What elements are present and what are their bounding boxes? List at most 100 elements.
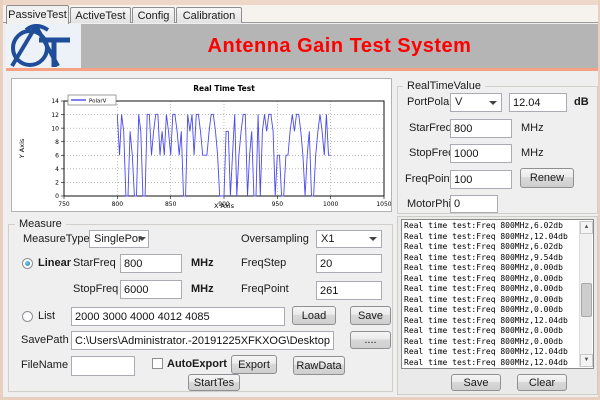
svg-text:Y Axis: Y Axis bbox=[18, 138, 26, 159]
app-window: PassiveTest ActiveTest Config Calibratio… bbox=[0, 0, 600, 400]
load-button[interactable]: Load bbox=[292, 306, 336, 325]
freqstep-label: FreqStep bbox=[241, 257, 286, 269]
svg-text:12: 12 bbox=[51, 112, 59, 119]
autoexport-label: AutoExport bbox=[167, 358, 227, 370]
rt-freqpoint-label: FreqPoint bbox=[405, 173, 453, 185]
scroll-up-icon[interactable]: ▲ bbox=[580, 221, 593, 234]
browse-button[interactable]: .... bbox=[350, 331, 391, 349]
savepath-label: SavePath bbox=[21, 334, 69, 346]
log-line: Real time test:Freq 800MHz,0.00db bbox=[402, 326, 579, 337]
log-save-button[interactable]: Save bbox=[451, 374, 501, 391]
svg-text:1050: 1050 bbox=[376, 201, 391, 208]
rt-stopfreq-field[interactable] bbox=[450, 144, 512, 163]
filename-field[interactable] bbox=[71, 356, 135, 376]
svg-text:10: 10 bbox=[51, 125, 59, 132]
m-starfreq-unit: MHz bbox=[191, 257, 214, 269]
rt-stopfreq-unit: MHz bbox=[521, 147, 544, 159]
portpolar-label: PortPolar bbox=[407, 96, 453, 108]
svg-text:800: 800 bbox=[112, 201, 124, 208]
freqstep-field[interactable] bbox=[316, 254, 382, 273]
measure-group-label: Measure bbox=[15, 218, 66, 230]
list-radio[interactable] bbox=[22, 311, 33, 322]
log-textarea[interactable]: Real time test:Freq 800MHz,6.02dbReal ti… bbox=[401, 219, 594, 369]
svg-text:8: 8 bbox=[55, 139, 59, 146]
savepath-field[interactable] bbox=[71, 331, 334, 350]
m-starfreq-field[interactable] bbox=[120, 254, 182, 273]
renew-button[interactable]: Renew bbox=[520, 168, 574, 188]
m-freqpoint-field[interactable] bbox=[316, 281, 382, 300]
svg-text:6: 6 bbox=[55, 152, 59, 159]
autoexport-checkbox[interactable] bbox=[152, 358, 163, 369]
log-line: Real time test:Freq 800MHz,0.00db bbox=[402, 263, 579, 274]
linear-label: Linear bbox=[38, 257, 71, 269]
svg-text:4: 4 bbox=[55, 166, 59, 173]
starttest-button[interactable]: StartTes bbox=[188, 374, 240, 391]
motorphi-field[interactable] bbox=[450, 195, 498, 213]
gain-value-field[interactable] bbox=[509, 93, 567, 112]
list-field[interactable] bbox=[71, 307, 285, 326]
portpolar-value: V bbox=[455, 96, 462, 108]
scroll-down-icon[interactable]: ▼ bbox=[580, 354, 593, 367]
log-clear-button[interactable]: Clear bbox=[517, 374, 567, 391]
log-line: Real time test:Freq 800MHz,0.00db bbox=[402, 274, 579, 285]
title-banner: Antenna Gain Test System bbox=[81, 24, 598, 68]
m-starfreq-label: StarFreq bbox=[73, 257, 116, 269]
log-line: Real time test:Freq 800MHz,12.04db bbox=[402, 316, 579, 327]
realtimevalue-group-label: RealTimeValue bbox=[403, 80, 485, 92]
rt-starfreq-unit: MHz bbox=[521, 122, 544, 134]
svg-text:750: 750 bbox=[58, 201, 70, 208]
portpolar-select[interactable]: V bbox=[450, 93, 502, 112]
realtime-chart: Real Time Test75080085090095010001050024… bbox=[12, 79, 391, 211]
list-save-button[interactable]: Save bbox=[350, 306, 391, 325]
svg-text:X Axis: X Axis bbox=[214, 202, 235, 210]
m-stopfreq-field[interactable] bbox=[120, 280, 182, 299]
logo-panel bbox=[6, 24, 81, 68]
motorphi-label: MotorPhi bbox=[407, 198, 451, 210]
rt-starfreq-label: StarFreq bbox=[409, 122, 452, 134]
tab-activetest[interactable]: ActiveTest bbox=[70, 7, 131, 23]
svg-text:Real Time Test: Real Time Test bbox=[193, 84, 255, 93]
chevron-down-icon bbox=[489, 101, 497, 105]
log-scrollbar[interactable]: ▲ ▼ bbox=[579, 221, 592, 367]
app-title: Antenna Gain Test System bbox=[208, 35, 472, 58]
chevron-down-icon bbox=[138, 237, 146, 241]
banner-divider bbox=[6, 68, 600, 71]
log-line: Real time test:Freq 800MHz,0.00db bbox=[402, 284, 579, 295]
log-line: Real time test:Freq 800MHz,0.00db bbox=[402, 305, 579, 316]
tab-calibration[interactable]: Calibration bbox=[176, 7, 242, 23]
log-line: Real time test:Freq 800MHz,9.54db bbox=[402, 253, 579, 264]
tab-passivetest[interactable]: PassiveTest bbox=[6, 5, 69, 24]
rt-starfreq-field[interactable] bbox=[450, 119, 512, 138]
filename-label: FileName bbox=[21, 359, 68, 371]
company-logo-icon bbox=[6, 24, 76, 68]
svg-text:850: 850 bbox=[165, 201, 177, 208]
measuretype-select[interactable]: SinglePor bbox=[89, 230, 149, 248]
rt-stopfreq-label: StopFreq bbox=[409, 147, 454, 159]
svg-text:PolarV: PolarV bbox=[89, 99, 107, 105]
oversampling-select[interactable]: X1 bbox=[316, 230, 382, 248]
measuretype-value: SinglePor bbox=[94, 233, 142, 245]
tab-config[interactable]: Config bbox=[132, 7, 175, 23]
oversampling-value: X1 bbox=[321, 233, 334, 245]
export-button[interactable]: Export bbox=[231, 355, 277, 374]
svg-text:2: 2 bbox=[55, 180, 59, 187]
chevron-down-icon bbox=[369, 237, 377, 241]
log-line: Real time test:Freq 800MHz,12.04db bbox=[402, 358, 579, 369]
tab-bar: PassiveTest ActiveTest Config Calibratio… bbox=[3, 5, 600, 23]
m-freqpoint-label: FreqPoint bbox=[241, 283, 289, 295]
svg-text:0: 0 bbox=[55, 193, 59, 200]
svg-text:14: 14 bbox=[51, 98, 59, 105]
log-line: Real time test:Freq 800MHz,6.02db bbox=[402, 221, 579, 232]
log-line: Real time test:Freq 800MHz,12.04db bbox=[402, 347, 579, 358]
rawdata-button[interactable]: RawData bbox=[293, 356, 345, 375]
oversampling-label: Oversampling bbox=[241, 233, 309, 245]
rt-freqpoint-field[interactable] bbox=[450, 170, 512, 189]
scrollbar-thumb[interactable] bbox=[581, 283, 592, 317]
m-stopfreq-unit: MHz bbox=[191, 283, 214, 295]
log-line: Real time test:Freq 800MHz,12.04db bbox=[402, 232, 579, 243]
log-line: Real time test:Freq 800MHz,0.00db bbox=[402, 337, 579, 348]
log-line: Real time test:Freq 800MHz,0.00db bbox=[402, 295, 579, 306]
linear-radio[interactable] bbox=[22, 258, 33, 269]
realtime-chart-panel: Real Time Test75080085090095010001050024… bbox=[11, 78, 392, 212]
m-stopfreq-label: StopFreq bbox=[73, 283, 118, 295]
